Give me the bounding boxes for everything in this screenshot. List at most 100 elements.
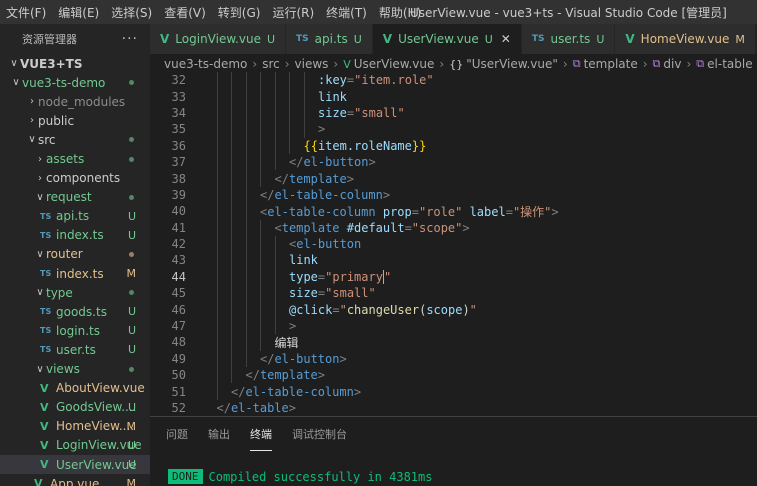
more-actions-icon[interactable]: ··· bbox=[122, 31, 138, 47]
chevron-down-icon[interactable]: ∨ bbox=[26, 134, 38, 145]
folder-item[interactable]: › components bbox=[0, 169, 150, 188]
chevron-down-icon[interactable]: ∨ bbox=[10, 77, 22, 88]
file-item[interactable]: TS index.ts M bbox=[0, 264, 150, 283]
editor-tab[interactable]: V HomeView.vue M bbox=[615, 24, 756, 54]
chevron-down-icon[interactable]: ∨ bbox=[8, 58, 20, 69]
tree-item-label: user.ts bbox=[56, 342, 96, 357]
menu-view[interactable]: 查看(V) bbox=[158, 4, 212, 21]
folder-item[interactable]: ∨ views bbox=[0, 360, 150, 379]
file-item[interactable]: TS index.ts U bbox=[0, 226, 150, 245]
terminal-output[interactable]: DONE Compiled successfully in 4381ms bbox=[168, 469, 432, 484]
file-item[interactable]: V HomeView.... M bbox=[0, 417, 150, 436]
code-line[interactable]: 49 </el-button> bbox=[150, 350, 757, 368]
code-token: changeUser bbox=[346, 302, 420, 317]
code-line[interactable]: 52 </el-table> bbox=[150, 400, 757, 416]
chevron-right-icon[interactable]: › bbox=[26, 96, 38, 107]
folder-item[interactable]: › node_modules bbox=[0, 92, 150, 111]
editor-tab[interactable]: TS api.ts U bbox=[286, 24, 373, 54]
vue-file-icon: V bbox=[343, 57, 351, 71]
tree-item-label: node_modules bbox=[38, 94, 126, 109]
chevron-down-icon[interactable]: ∨ bbox=[34, 364, 46, 375]
chevron-down-icon[interactable]: ∨ bbox=[34, 192, 46, 203]
file-item[interactable]: V LoginView.vue U bbox=[0, 436, 150, 455]
breadcrumb-item[interactable]: UserView.vue bbox=[354, 57, 435, 71]
code-line[interactable]: 48 编辑 bbox=[150, 334, 757, 351]
menu-selection[interactable]: 选择(S) bbox=[105, 4, 158, 21]
folder-item[interactable]: ∨ vue3-ts-demo bbox=[0, 73, 150, 92]
code-line[interactable]: 46 @click="changeUser(scope)" bbox=[150, 301, 757, 318]
indent-guide bbox=[216, 121, 218, 138]
folder-item[interactable]: ∨ request bbox=[0, 188, 150, 207]
code-line[interactable]: 43 link bbox=[150, 252, 757, 269]
vue-file-icon: V bbox=[625, 32, 635, 46]
folder-item[interactable]: ∨ router bbox=[0, 245, 150, 264]
breadcrumb-item[interactable]: src bbox=[262, 57, 280, 71]
line-number: 44 bbox=[171, 269, 186, 284]
editor-tab[interactable]: V UserView.vue U ✕ bbox=[372, 24, 522, 54]
breadcrumb-item[interactable]: "UserView.vue" bbox=[466, 57, 558, 71]
close-icon[interactable]: ✕ bbox=[501, 32, 511, 46]
tab-output[interactable]: 输出 bbox=[208, 417, 230, 451]
file-item[interactable]: V AboutView.vue bbox=[0, 379, 150, 398]
code-line[interactable]: 37 </el-button> bbox=[150, 153, 757, 171]
breadcrumb-item[interactable]: template bbox=[584, 57, 638, 71]
file-item[interactable]: TS api.ts U bbox=[0, 207, 150, 226]
breadcrumb-item[interactable]: views bbox=[295, 57, 329, 71]
breadcrumb-item[interactable]: vue3-ts-demo bbox=[164, 57, 247, 71]
breadcrumb-item[interactable]: div bbox=[663, 57, 681, 71]
menu-edit[interactable]: 编辑(E) bbox=[52, 4, 105, 21]
code-line[interactable]: 44 type="primary" bbox=[150, 268, 757, 286]
chevron-right-icon[interactable]: › bbox=[34, 154, 46, 165]
code-line[interactable]: 40 <el-table-column prop="role" label="操作… bbox=[150, 203, 757, 220]
file-item[interactable]: V UserView.vue U bbox=[0, 454, 150, 475]
menu-go[interactable]: 转到(G) bbox=[212, 4, 267, 21]
code-editor[interactable]: 32:key="item.role" 33 link 34 size="small" 35… bbox=[150, 72, 757, 416]
vue-file-icon: V bbox=[40, 458, 49, 472]
tree-item-label: components bbox=[46, 171, 121, 186]
code-line[interactable]: 36 {{item.roleName}} bbox=[150, 137, 757, 154]
typescript-file-icon: TS bbox=[40, 211, 52, 221]
code-line[interactable]: 45 size="small" bbox=[150, 285, 757, 302]
file-item[interactable]: V App.vue M bbox=[0, 474, 150, 486]
code-line[interactable]: 47 > bbox=[150, 317, 757, 335]
chevron-down-icon[interactable]: ∨ bbox=[34, 287, 46, 298]
chevron-right-icon[interactable]: › bbox=[26, 115, 38, 126]
editor-tab[interactable]: TS user.ts U bbox=[521, 24, 616, 54]
menu-terminal[interactable]: 终端(T) bbox=[320, 4, 373, 21]
editor-tab[interactable]: V LoginView.vue U bbox=[150, 24, 287, 54]
folder-item[interactable]: ∨ VUE3+TS bbox=[0, 54, 150, 73]
code-line[interactable]: 32:key="item.role" bbox=[150, 72, 757, 89]
menu-run[interactable]: 运行(R) bbox=[266, 4, 320, 21]
tab-problems[interactable]: 问题 bbox=[166, 417, 188, 451]
line-number: 42 bbox=[171, 237, 186, 252]
code-line[interactable]: 39 </el-table-column> bbox=[150, 186, 757, 204]
tree-item-label: router bbox=[46, 247, 83, 262]
code-line[interactable]: 33 link bbox=[150, 88, 757, 105]
indent-guide bbox=[245, 153, 247, 171]
code-line[interactable]: 41 <template #default="scope"> bbox=[150, 219, 757, 236]
code-line[interactable]: 42 <el-button bbox=[150, 235, 757, 253]
code-line[interactable]: 38 </template> bbox=[150, 170, 757, 187]
code-token: label bbox=[469, 204, 506, 219]
file-item[interactable]: TS goods.ts U bbox=[0, 302, 150, 321]
folder-item[interactable]: ∨ src bbox=[0, 130, 150, 149]
folder-item[interactable]: ∨ type bbox=[0, 283, 150, 302]
code-line[interactable]: 50 </template> bbox=[150, 367, 757, 384]
code-line[interactable]: 35 > bbox=[150, 121, 757, 138]
chevron-down-icon[interactable]: ∨ bbox=[34, 249, 46, 260]
file-item[interactable]: V GoodsView.... U bbox=[0, 398, 150, 417]
code-line[interactable]: 34 size="small" bbox=[150, 104, 757, 122]
tab-terminal[interactable]: 终端 bbox=[250, 417, 272, 451]
chevron-right-icon[interactable]: › bbox=[34, 173, 46, 184]
code-line[interactable]: 51 </el-table-column> bbox=[150, 383, 757, 400]
file-item[interactable]: TS user.ts U bbox=[0, 340, 150, 359]
code-token: scope bbox=[426, 302, 463, 317]
menu-file[interactable]: 文件(F) bbox=[0, 4, 52, 21]
folder-item[interactable]: › assets bbox=[0, 149, 150, 168]
line-number: 47 bbox=[171, 319, 186, 334]
breadcrumb-item[interactable]: el-table bbox=[707, 57, 752, 71]
tab-debug-console[interactable]: 调试控制台 bbox=[292, 417, 347, 451]
indent-guide bbox=[231, 317, 232, 335]
file-item[interactable]: TS login.ts U bbox=[0, 321, 150, 340]
folder-item[interactable]: › public bbox=[0, 111, 150, 130]
